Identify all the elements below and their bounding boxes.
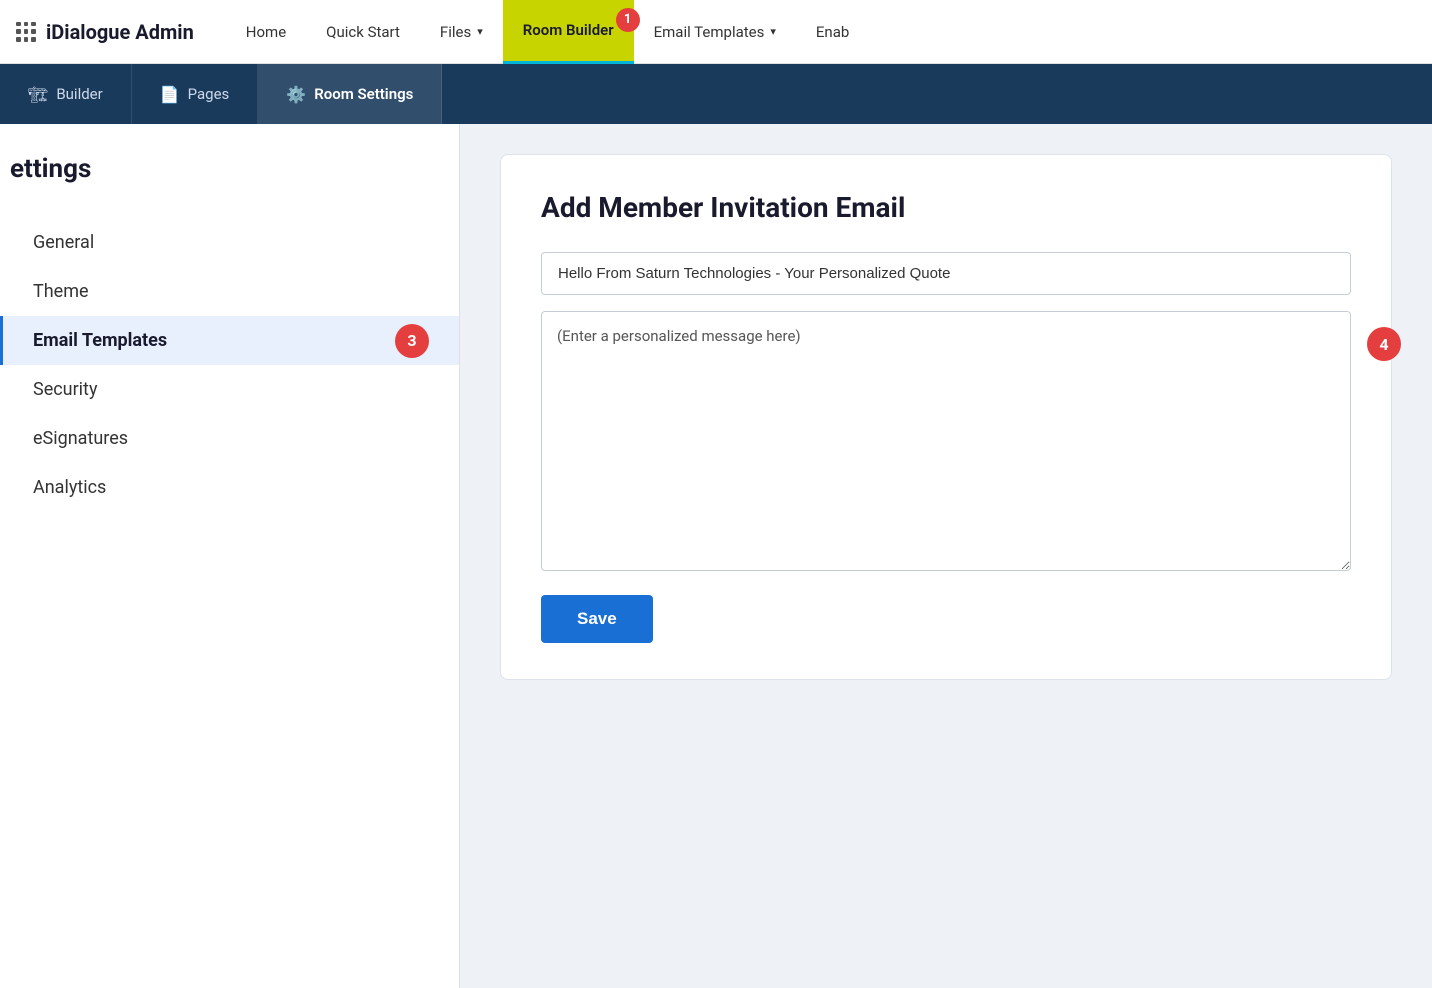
sub-nav-room-settings-label: Room Settings	[314, 85, 413, 103]
email-templates-badge: 3	[395, 324, 429, 358]
builder-icon: 🏗	[28, 85, 48, 104]
nav-email-templates-wrapper: Email Templates ▾	[634, 0, 796, 64]
card-title: Add Member Invitation Email	[541, 191, 1351, 224]
top-nav-items: Home Quick Start Files ▾ Room Builder 1 …	[226, 0, 1416, 64]
content-area: Add Member Invitation Email (Enter a per…	[460, 124, 1432, 988]
content-card: Add Member Invitation Email (Enter a per…	[500, 154, 1392, 680]
subject-input[interactable]	[541, 252, 1351, 295]
sidebar-title: ettings	[0, 144, 459, 208]
brand: iDialogue Admin	[16, 20, 194, 44]
sidebar-item-esignatures[interactable]: eSignatures	[0, 414, 459, 463]
files-chevron-icon: ▾	[477, 25, 483, 38]
sub-nav-builder[interactable]: 🏗 Builder	[0, 64, 132, 124]
nav-room-builder-wrapper: Room Builder 1	[503, 0, 634, 64]
email-templates-chevron-icon: ▾	[770, 25, 776, 38]
sub-nav-room-settings[interactable]: ⚙️ Room Settings	[258, 64, 442, 124]
sidebar-item-theme[interactable]: Theme	[0, 267, 459, 316]
sidebar-item-security[interactable]: Security	[0, 365, 459, 414]
nav-enab[interactable]: Enab	[796, 0, 869, 64]
sidebar-item-analytics[interactable]: Analytics	[0, 463, 459, 512]
room-settings-icon: ⚙️	[286, 85, 306, 104]
pages-icon: 📄	[160, 85, 180, 104]
nav-quick-start[interactable]: Quick Start	[306, 0, 420, 64]
nav-room-builder[interactable]: Room Builder	[503, 0, 634, 64]
message-badge: 4	[1367, 327, 1401, 361]
grid-icon	[16, 22, 36, 42]
nav-email-templates[interactable]: Email Templates ▾	[634, 0, 796, 64]
sidebar-item-general[interactable]: General	[0, 218, 459, 267]
sub-nav-room-settings-wrapper: ⚙️ Room Settings 2	[258, 64, 442, 124]
message-field-wrapper: (Enter a personalized message here) 4	[541, 311, 1351, 575]
message-textarea[interactable]	[541, 311, 1351, 571]
top-nav: iDialogue Admin Home Quick Start Files ▾…	[0, 0, 1432, 64]
sidebar-menu: General Theme Email Templates 3 Security…	[0, 218, 459, 512]
sub-nav-builder-label: Builder	[56, 85, 102, 103]
sub-nav: 🏗 Builder 📄 Pages ⚙️ Room Settings 2	[0, 64, 1432, 124]
main-layout: ettings General Theme Email Templates 3 …	[0, 124, 1432, 988]
save-button[interactable]: Save	[541, 595, 653, 643]
sub-nav-pages-label: Pages	[188, 85, 230, 103]
sidebar: ettings General Theme Email Templates 3 …	[0, 124, 460, 988]
nav-home[interactable]: Home	[226, 0, 306, 64]
sub-nav-pages[interactable]: 📄 Pages	[132, 64, 259, 124]
brand-name: iDialogue Admin	[46, 20, 194, 44]
sidebar-item-email-templates[interactable]: Email Templates 3	[0, 316, 459, 365]
nav-files[interactable]: Files ▾	[420, 0, 503, 64]
